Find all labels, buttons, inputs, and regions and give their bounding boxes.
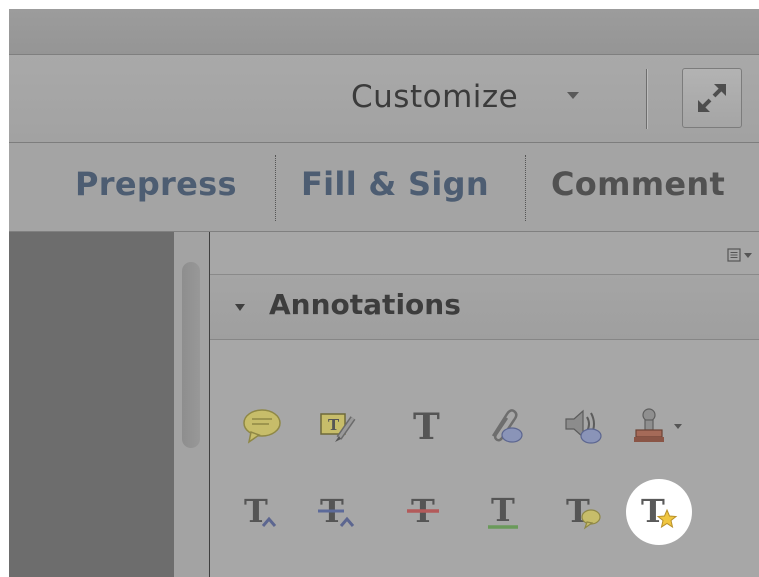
record-audio-icon (565, 409, 602, 444)
insert-text-icon: T (244, 492, 277, 530)
tab-fill-sign[interactable]: Fill & Sign (301, 165, 489, 203)
tab-prepress[interactable]: Prepress (75, 165, 237, 203)
annotations-title: Annotations (269, 288, 461, 321)
underline-tool[interactable]: T (480, 488, 528, 536)
expand-arrows-icon (698, 84, 726, 112)
scrollbar-thumb[interactable] (182, 262, 200, 448)
stamp-tool[interactable] (634, 402, 686, 450)
highlight-text-icon: T (320, 413, 356, 442)
text-star-tool[interactable]: T (635, 488, 683, 536)
tab-divider (275, 155, 276, 221)
sticky-note-tool[interactable] (238, 402, 286, 450)
document-area (9, 232, 174, 577)
svg-text:T: T (413, 406, 440, 448)
svg-text:T: T (491, 491, 515, 529)
text-comment-tool[interactable]: T (560, 488, 608, 536)
text-star-icon: T (641, 492, 678, 530)
replace-text-tool[interactable]: T (314, 488, 362, 536)
panel-options-menu-icon[interactable] (727, 248, 755, 266)
comment-pane: Annotations T T T T T T T T (210, 232, 759, 577)
scrollbar[interactable] (174, 232, 210, 577)
strikethrough-icon: T (407, 492, 439, 530)
toolbar-divider (646, 69, 647, 129)
add-text-tool[interactable]: T (400, 402, 448, 450)
replace-text-icon: T (318, 492, 355, 530)
top-toolbar: Customize (9, 55, 759, 143)
chevron-down-icon[interactable] (567, 92, 579, 99)
annotations-section-header[interactable]: Annotations (210, 275, 759, 340)
acrobat-window: Customize Prepress Fill & Sign Comment A… (9, 9, 759, 577)
tab-comment[interactable]: Comment (551, 165, 725, 203)
underline-icon: T (488, 491, 518, 529)
highlight-text-tool[interactable]: T (314, 402, 362, 450)
collapse-caret-icon[interactable] (235, 304, 245, 311)
stamp-icon (634, 408, 682, 442)
strikethrough-tool[interactable]: T (400, 488, 448, 536)
customize-button[interactable]: Customize (351, 79, 518, 115)
tool-tabs: Prepress Fill & Sign Comment (9, 143, 759, 232)
attach-file-icon (491, 409, 523, 443)
tab-divider (525, 155, 526, 221)
insert-text-tool[interactable]: T (238, 488, 286, 536)
text-comment-icon: T (566, 492, 601, 530)
fullscreen-button[interactable] (682, 68, 742, 128)
attach-file-tool[interactable] (480, 402, 528, 450)
title-strip (9, 9, 759, 55)
svg-text:T: T (641, 492, 665, 530)
svg-text:T: T (328, 416, 340, 434)
add-text-icon: T (413, 406, 440, 448)
record-audio-tool[interactable] (560, 402, 608, 450)
sticky-note-icon (243, 409, 281, 444)
